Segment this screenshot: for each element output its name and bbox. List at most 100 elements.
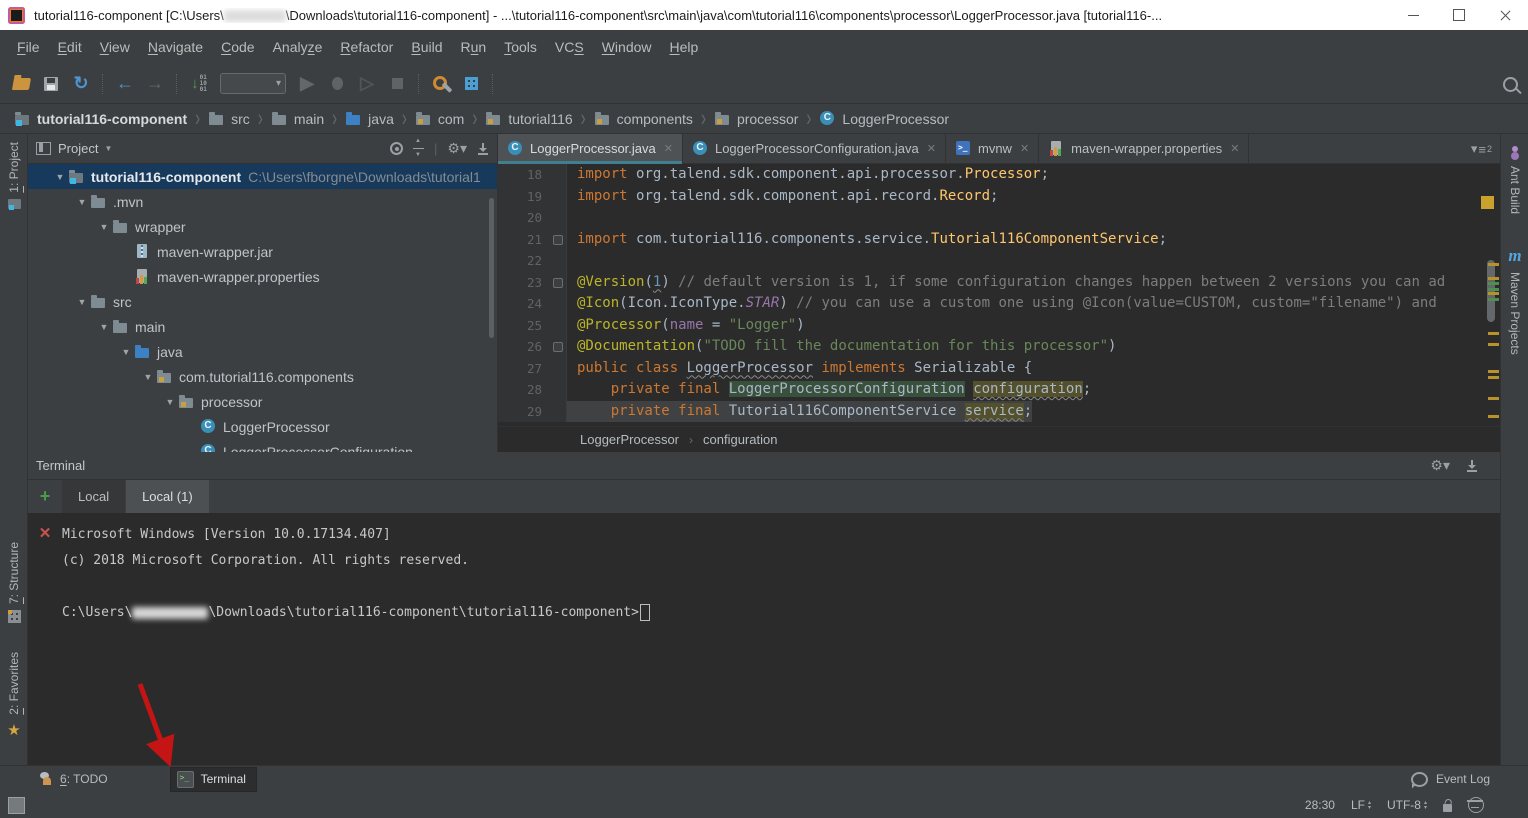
editor-tab-mvnw[interactable]: mvnw✕ bbox=[946, 134, 1039, 163]
forward-button[interactable]: → bbox=[142, 71, 168, 97]
tree-row-mvn[interactable]: ▼.mvn bbox=[28, 189, 497, 214]
menu-build[interactable]: Build bbox=[402, 36, 451, 58]
toolwindow-toggle-icon[interactable] bbox=[8, 797, 25, 814]
editor-tab-loggerprocessor-java[interactable]: LoggerProcessor.java✕ bbox=[498, 134, 683, 163]
debug-button[interactable] bbox=[324, 71, 350, 97]
tree-row-tutorial116-component[interactable]: ▼tutorial116-componentC:\Users\fborgne\D… bbox=[28, 164, 497, 189]
open-file-button[interactable] bbox=[8, 71, 34, 97]
fold-marker-icon[interactable] bbox=[550, 336, 567, 358]
breadcrumb-member[interactable]: configuration bbox=[703, 432, 777, 447]
event-log-button[interactable]: Event Log bbox=[1411, 772, 1490, 787]
close-button[interactable] bbox=[1482, 0, 1528, 30]
encoding-widget[interactable]: UTF-8▴▾ bbox=[1387, 798, 1427, 812]
hide-panel-icon[interactable] bbox=[477, 143, 489, 155]
new-session-button[interactable]: + bbox=[28, 480, 62, 513]
breadcrumb-class[interactable]: LoggerProcessor bbox=[580, 432, 679, 447]
caret-position[interactable]: 28:30 bbox=[1305, 798, 1335, 812]
menu-run[interactable]: Run bbox=[452, 36, 496, 58]
menu-tools[interactable]: Tools bbox=[495, 36, 546, 58]
menu-help[interactable]: Help bbox=[661, 36, 708, 58]
breadcrumb-item-com[interactable]: com bbox=[413, 111, 466, 127]
editor-scrollbar[interactable] bbox=[1487, 260, 1495, 322]
hector-inspections-icon[interactable] bbox=[1468, 797, 1484, 813]
run-button[interactable]: ▶ bbox=[294, 71, 320, 97]
settings-button[interactable] bbox=[428, 71, 454, 97]
close-icon[interactable]: ✕ bbox=[927, 142, 936, 155]
expanded-arrow-icon[interactable]: ▼ bbox=[162, 397, 178, 407]
run-config-select[interactable]: ▾ bbox=[220, 73, 286, 94]
terminal-tab-local-1[interactable]: Local (1) bbox=[126, 480, 209, 513]
menu-code[interactable]: Code bbox=[212, 36, 263, 58]
lock-icon[interactable] bbox=[1443, 804, 1452, 812]
tree-row-com-tutorial116-components[interactable]: ▼com.tutorial116.components bbox=[28, 364, 497, 389]
sidebar-item-ant-build[interactable]: Ant Build bbox=[1501, 146, 1528, 214]
fold-marker-icon[interactable] bbox=[550, 229, 567, 251]
breadcrumb-item-components[interactable]: components bbox=[592, 111, 695, 127]
breadcrumb-item-tutorial116-component[interactable]: tutorial116-component bbox=[12, 111, 189, 127]
menu-navigate[interactable]: Navigate bbox=[139, 36, 212, 58]
synchronize-button[interactable]: ↻ bbox=[68, 71, 94, 97]
tree-row-src[interactable]: ▼src bbox=[28, 289, 497, 314]
stop-button[interactable] bbox=[384, 71, 410, 97]
locate-file-icon[interactable] bbox=[390, 142, 403, 155]
expanded-arrow-icon[interactable]: ▼ bbox=[96, 222, 112, 232]
terminal-body[interactable]: ✕ Microsoft Windows [Version 10.0.17134.… bbox=[28, 514, 1500, 764]
terminal-hide-icon[interactable] bbox=[1466, 460, 1478, 472]
collapse-all-icon[interactable]: ▼ bbox=[413, 142, 424, 155]
close-session-icon[interactable]: ✕ bbox=[39, 526, 52, 764]
menu-refactor[interactable]: Refactor bbox=[331, 36, 402, 58]
breadcrumb-item-processor[interactable]: processor bbox=[712, 111, 800, 127]
line-separator-widget[interactable]: LF▴▾ bbox=[1351, 798, 1371, 812]
expanded-arrow-icon[interactable]: ▼ bbox=[96, 322, 112, 332]
sidebar-item-maven-projects[interactable]: m Maven Projects bbox=[1501, 246, 1528, 355]
sidebar-item-structure[interactable]: 7: Structure bbox=[0, 542, 28, 623]
expanded-arrow-icon[interactable]: ▼ bbox=[74, 297, 90, 307]
menu-window[interactable]: Window bbox=[593, 36, 661, 58]
minimize-button[interactable] bbox=[1390, 0, 1436, 30]
menu-analyze[interactable]: Analyze bbox=[264, 36, 332, 58]
sidebar-item-project[interactable]: 1: Project bbox=[0, 142, 28, 209]
fold-marker-icon[interactable] bbox=[550, 272, 567, 294]
back-button[interactable]: ← bbox=[112, 71, 138, 97]
sidebar-item-favorites[interactable]: 2: Favorites ★ bbox=[0, 652, 28, 739]
menu-vcs[interactable]: VCS bbox=[546, 36, 593, 58]
breadcrumb-item-tutorial116[interactable]: tutorial116 bbox=[483, 111, 574, 127]
menu-edit[interactable]: Edit bbox=[49, 36, 91, 58]
breadcrumb-item-main[interactable]: main bbox=[269, 111, 326, 127]
editor-tab-maven-wrapper-properties[interactable]: maven-wrapper.properties✕ bbox=[1039, 134, 1249, 163]
todo-button[interactable]: 6: TODO bbox=[34, 770, 114, 788]
breadcrumb-item-java[interactable]: java bbox=[343, 111, 396, 127]
expanded-arrow-icon[interactable]: ▼ bbox=[74, 197, 90, 207]
search-everywhere-button[interactable] bbox=[1503, 64, 1518, 104]
gear-icon[interactable]: ⚙▾ bbox=[447, 140, 467, 157]
close-icon[interactable]: ✕ bbox=[664, 142, 673, 155]
terminal-toolwindow-button[interactable]: Terminal bbox=[170, 767, 257, 792]
export-button[interactable]: ↓011001 bbox=[186, 71, 212, 97]
breadcrumb-item-src[interactable]: src bbox=[206, 111, 252, 127]
tree-row-maven-wrapper-jar[interactable]: maven-wrapper.jar bbox=[28, 239, 497, 264]
tab-list-button[interactable]: ▾≡2 bbox=[1471, 134, 1492, 164]
breadcrumb-item-loggerprocessor[interactable]: LoggerProcessor bbox=[817, 111, 951, 127]
close-icon[interactable]: ✕ bbox=[1230, 142, 1239, 155]
coverage-button[interactable]: ▷ bbox=[354, 71, 380, 97]
maximize-button[interactable] bbox=[1436, 0, 1482, 30]
tree-row-processor[interactable]: ▼processor bbox=[28, 389, 497, 414]
tree-row-main[interactable]: ▼main bbox=[28, 314, 497, 339]
menu-view[interactable]: View bbox=[91, 36, 139, 58]
code-editor[interactable]: 18import org.talend.sdk.component.api.pr… bbox=[498, 164, 1500, 426]
tree-row-maven-wrapper-properties[interactable]: maven-wrapper.properties bbox=[28, 264, 497, 289]
save-all-button[interactable] bbox=[38, 71, 64, 97]
chevron-down-icon[interactable]: ▼ bbox=[104, 144, 112, 153]
terminal-tab-local[interactable]: Local bbox=[62, 480, 125, 513]
tree-row-loggerprocessor[interactable]: LoggerProcessor bbox=[28, 414, 497, 439]
project-vertical-scrollbar[interactable] bbox=[489, 198, 494, 338]
expanded-arrow-icon[interactable]: ▼ bbox=[52, 172, 68, 182]
editor-tab-loggerprocessorconfiguration-java[interactable]: LoggerProcessorConfiguration.java✕ bbox=[683, 134, 946, 163]
tree-row-wrapper[interactable]: ▼wrapper bbox=[28, 214, 497, 239]
tree-row-loggerprocessorconfiguration[interactable]: LoggerProcessorConfiguration bbox=[28, 439, 497, 452]
close-icon[interactable]: ✕ bbox=[1020, 142, 1029, 155]
expanded-arrow-icon[interactable]: ▼ bbox=[140, 372, 156, 382]
terminal-gear-icon[interactable]: ⚙▾ bbox=[1430, 457, 1450, 474]
menu-file[interactable]: File bbox=[8, 36, 49, 58]
project-structure-button[interactable] bbox=[458, 71, 484, 97]
